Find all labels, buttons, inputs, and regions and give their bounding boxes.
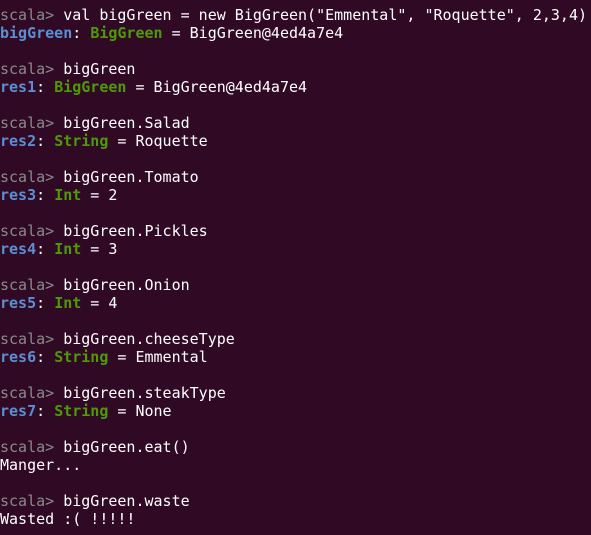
result-value: 3 [108, 240, 118, 258]
command-text: bigGreen.Tomato [63, 168, 199, 186]
result-type: String [54, 402, 109, 420]
result-line: res7: String = None [0, 402, 172, 420]
prompt-label: scala> [0, 276, 55, 294]
result-line: res4: Int = 3 [0, 240, 118, 258]
result-line: bigGreen: BigGreen = BigGreen@4ed4a7e4 [0, 24, 344, 42]
result-line: res2: String = Roquette [0, 132, 208, 150]
prompt-label: scala> [0, 114, 55, 132]
prompt-line: scala> val bigGreen = new BigGreen("Emme… [0, 6, 587, 24]
result-value: 2 [108, 186, 118, 204]
result-value: BigGreen@4ed4a7e4 [153, 78, 308, 96]
prompt-label: scala> [0, 384, 55, 402]
output-line: Wasted :( !!!!! [0, 510, 136, 528]
prompt-label: scala> [0, 60, 55, 78]
result-type: String [54, 348, 109, 366]
result-type: Int [54, 240, 82, 258]
prompt-line: scala> bigGreen.Salad [0, 114, 190, 132]
result-name: res6 [0, 348, 37, 366]
result-line: res6: String = Emmental [0, 348, 208, 366]
prompt-label: scala> [0, 330, 55, 348]
result-type: BigGreen [54, 78, 127, 96]
prompt-label: scala> [0, 492, 55, 510]
result-name: res1 [0, 78, 37, 96]
prompt-label: scala> [0, 6, 55, 24]
result-name: res4 [0, 240, 37, 258]
command-text: bigGreen.cheeseType [63, 330, 235, 348]
output-line: Manger... [0, 456, 82, 474]
prompt-line: scala> bigGreen.eat() [0, 438, 190, 456]
prompt-line: scala> bigGreen.Pickles [0, 222, 208, 240]
prompt-line: scala> bigGreen [0, 60, 135, 78]
result-name: res7 [0, 402, 37, 420]
command-text: bigGreen.waste [63, 492, 190, 510]
prompt-line: scala> bigGreen.waste [0, 492, 190, 510]
prompt-label: scala> [0, 168, 55, 186]
result-line: res3: Int = 2 [0, 186, 118, 204]
command-text: bigGreen.eat() [63, 438, 190, 456]
result-name: bigGreen [0, 24, 73, 42]
command-text: bigGreen.Salad [63, 114, 190, 132]
terminal-window[interactable]: scala> val bigGreen = new BigGreen("Emme… [0, 0, 591, 535]
result-name: res5 [0, 294, 37, 312]
result-value: Emmental [135, 348, 208, 366]
prompt-line: scala> bigGreen.steakType [0, 384, 226, 402]
result-value: BigGreen@4ed4a7e4 [189, 24, 344, 42]
prompt-line: scala> bigGreen.Tomato [0, 168, 199, 186]
result-value: Roquette [135, 132, 208, 150]
prompt-label: scala> [0, 438, 55, 456]
result-value: 4 [108, 294, 118, 312]
result-value: None [135, 402, 172, 420]
command-text: bigGreen.Pickles [63, 222, 208, 240]
result-name: res3 [0, 186, 37, 204]
result-type: BigGreen [90, 24, 163, 42]
prompt-line: scala> bigGreen.cheeseType [0, 330, 235, 348]
result-line: res5: Int = 4 [0, 294, 118, 312]
prompt-line: scala> bigGreen.Onion [0, 276, 190, 294]
command-text: bigGreen.Onion [63, 276, 190, 294]
command-text: val bigGreen = new BigGreen("Emmental", … [63, 6, 588, 24]
result-line: res1: BigGreen = BigGreen@4ed4a7e4 [0, 78, 308, 96]
prompt-label: scala> [0, 222, 55, 240]
result-name: res2 [0, 132, 37, 150]
command-text: bigGreen [63, 60, 136, 78]
result-type: String [54, 132, 109, 150]
result-type: Int [54, 186, 82, 204]
command-text: bigGreen.steakType [63, 384, 226, 402]
result-type: Int [54, 294, 82, 312]
